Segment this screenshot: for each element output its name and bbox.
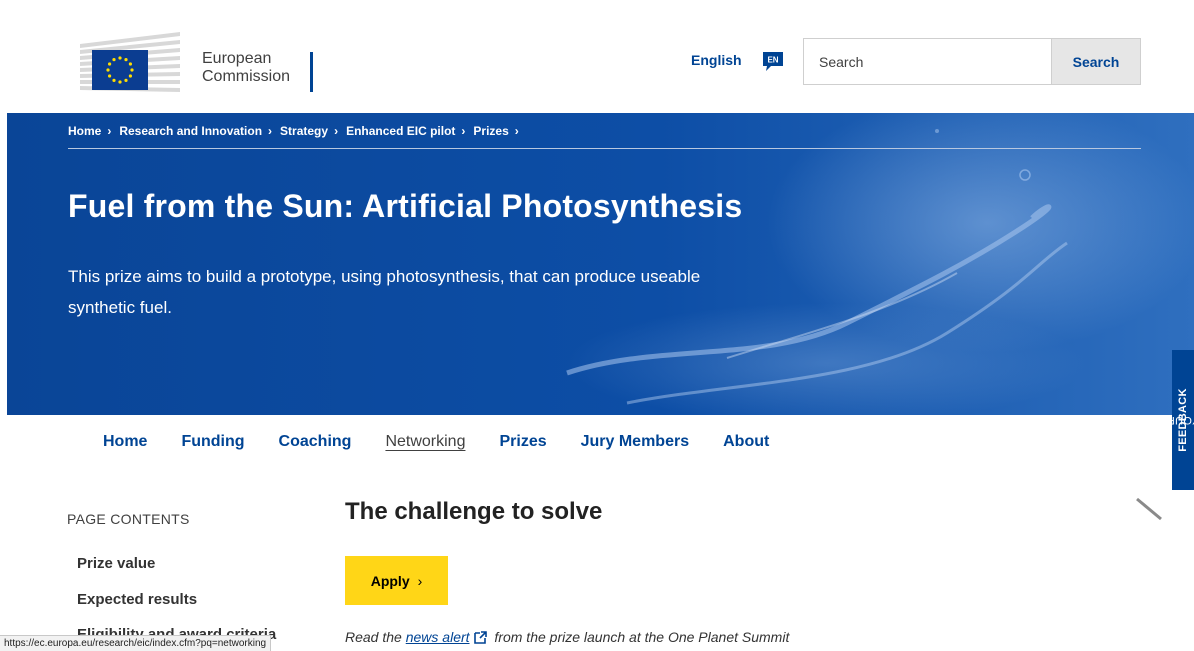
page-title: Fuel from the Sun: Artificial Photosynth… <box>68 188 743 224</box>
decorative-slash-icon <box>1136 497 1162 521</box>
feedback-label: YOUR FEEDBACK <box>1166 388 1194 452</box>
secondary-nav: Home Funding Coaching Networking Prizes … <box>103 433 803 451</box>
svg-text:EN: EN <box>767 56 778 65</box>
chevron-right-icon: › <box>334 124 339 138</box>
logo-text: European Commission <box>202 50 291 85</box>
hero-banner: Home › Research and Innovation › Strategy ›… <box>7 113 1194 415</box>
nav-coaching[interactable]: Coaching <box>279 433 352 451</box>
site-header: European Commission English EN Search <box>0 0 1194 113</box>
news-alert-text: Read the news alert from the prize launc… <box>345 629 790 645</box>
language-selector[interactable]: English <box>691 52 742 68</box>
feedback-tab[interactable]: YOUR FEEDBACK <box>1166 350 1194 490</box>
apply-button[interactable]: Apply › <box>345 556 448 605</box>
commission-building-icon <box>80 32 180 92</box>
breadcrumb-research-innovation[interactable]: Research and Innovation <box>119 124 262 138</box>
toc-prize-value[interactable]: Prize value <box>77 555 155 572</box>
chevron-right-icon: › <box>417 572 423 589</box>
breadcrumb-strategy[interactable]: Strategy <box>280 124 328 138</box>
breadcrumb: Home › Research and Innovation › Strategy ›… <box>68 124 527 138</box>
language-badge-icon[interactable]: EN <box>761 50 785 72</box>
toc-expected-results[interactable]: Expected results <box>77 591 197 608</box>
nav-funding[interactable]: Funding <box>181 433 244 451</box>
search-button[interactable]: Search <box>1051 38 1141 85</box>
news-alert-link[interactable]: news alert <box>406 629 470 645</box>
breadcrumb-enhanced-eic-pilot[interactable]: Enhanced EIC pilot <box>346 124 455 138</box>
nav-networking[interactable]: Networking <box>385 433 465 451</box>
nav-about[interactable]: About <box>723 433 769 451</box>
chevron-right-icon: › <box>107 124 112 138</box>
logo-divider <box>310 52 313 92</box>
breadcrumb-prizes[interactable]: Prizes <box>473 124 508 138</box>
section-title: The challenge to solve <box>345 498 603 525</box>
chevron-right-icon: › <box>461 124 466 138</box>
breadcrumb-divider <box>68 148 1141 149</box>
page-contents-heading: PAGE CONTENTS <box>67 511 190 527</box>
chevron-right-icon: › <box>268 124 273 138</box>
browser-status-url: https://ec.europa.eu/research/eic/index.… <box>0 635 272 651</box>
external-link-icon <box>473 631 487 644</box>
page-description: This prize aims to build a prototype, us… <box>68 267 701 317</box>
search-input[interactable] <box>803 38 1052 85</box>
breadcrumb-home[interactable]: Home <box>68 124 101 138</box>
nav-prizes[interactable]: Prizes <box>499 433 546 451</box>
nav-jury-members[interactable]: Jury Members <box>581 433 690 451</box>
european-commission-logo[interactable]: European Commission <box>68 28 328 96</box>
chevron-right-icon: › <box>514 124 519 138</box>
nav-home[interactable]: Home <box>103 433 147 451</box>
